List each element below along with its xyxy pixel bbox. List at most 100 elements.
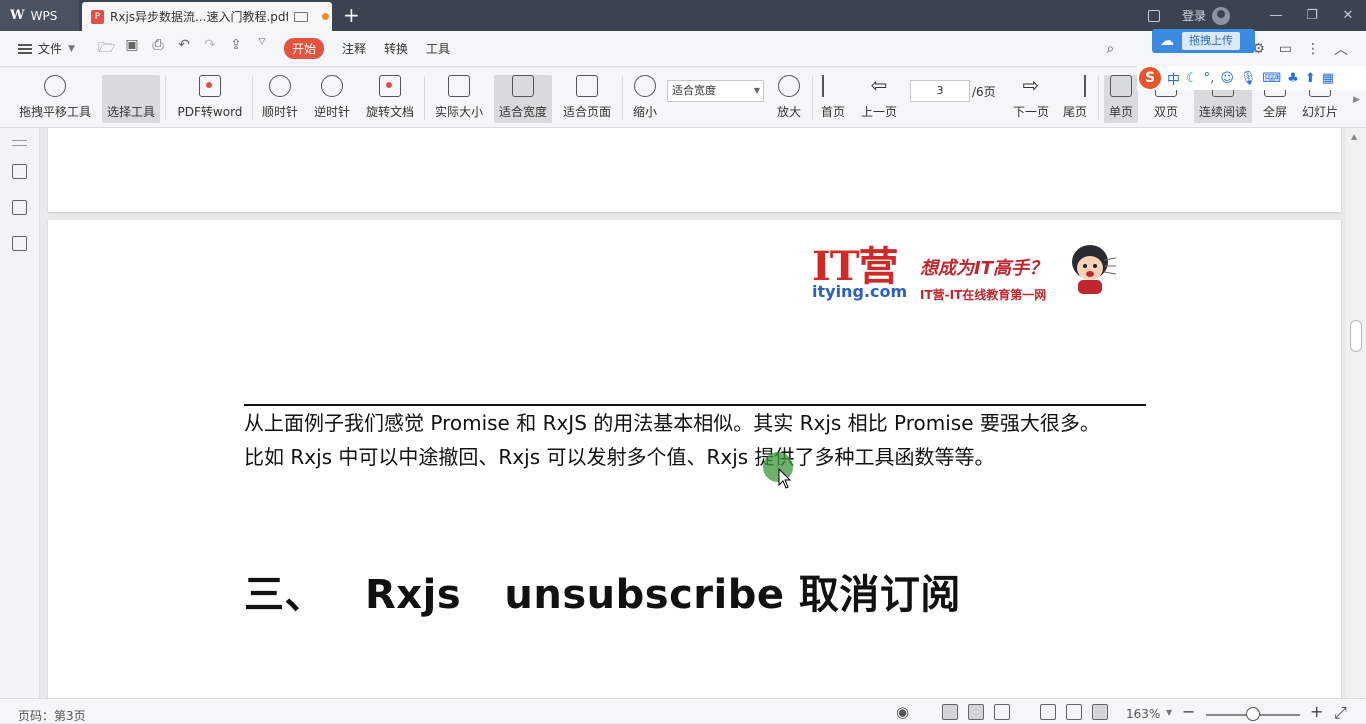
pdf-file-icon: P — [91, 9, 104, 24]
pdf-to-word-label: PDF转word — [177, 105, 243, 119]
zoom-percent[interactable]: 163% — [1126, 707, 1160, 721]
unsaved-dot-icon — [322, 13, 329, 20]
keyboard-icon[interactable]: ⌨ — [1262, 71, 1281, 86]
skin-icon[interactable]: ♣ — [1287, 71, 1299, 86]
fit-width-icon — [512, 75, 534, 97]
zoom-out-icon — [634, 75, 656, 97]
collapse-ribbon-icon[interactable]: ︿ — [1334, 39, 1348, 59]
more-dropdown-icon[interactable]: ▽ — [254, 37, 270, 61]
next-page-button[interactable]: ⇨ 下一页 — [1008, 75, 1054, 123]
paragraph-line-2: 比如 Rxjs 中可以中途撤回、Rxjs 可以发射多个值、Rxjs 提供了多种工… — [244, 445, 995, 469]
toolbar-divider — [424, 76, 425, 120]
page-number-input[interactable]: 3 — [910, 80, 970, 102]
zoom-mode-select[interactable]: 适合宽度 ▼ — [667, 80, 764, 102]
single-view-icon[interactable] — [968, 704, 984, 720]
zoom-plus-button[interactable]: + — [1310, 702, 1323, 721]
redo-icon[interactable]: ↷ — [202, 37, 218, 61]
pdf-to-word-button[interactable]: PDF转word — [174, 75, 246, 123]
new-tab-button[interactable]: + — [343, 5, 360, 25]
more-icon[interactable]: ⋮ — [1306, 41, 1320, 57]
continuous-view-icon[interactable] — [942, 704, 958, 720]
last-page-button[interactable]: 尾页 — [1058, 75, 1092, 123]
upload-popup-label: 拖拽上传 — [1182, 32, 1240, 50]
upload-popup[interactable]: ☁ 拖拽上传 — [1152, 29, 1255, 53]
tablet-mode-icon[interactable] — [1147, 9, 1160, 22]
toolbar-divider — [812, 76, 813, 120]
zoom-minus-button[interactable]: − — [1182, 702, 1195, 721]
rotate-document-label: 旋转文档 — [365, 105, 414, 119]
actual-size-icon — [448, 75, 470, 97]
zoom-percent-dropdown-icon[interactable]: ▼ — [1166, 708, 1172, 717]
emoji-icon[interactable]: ☺ — [1220, 71, 1234, 86]
zoom-in-icon — [778, 75, 800, 97]
scrollbar-thumb[interactable] — [1350, 320, 1362, 352]
print-icon[interactable]: ⎙ — [150, 37, 166, 61]
zoom-out-button[interactable]: 缩小 — [628, 75, 662, 123]
minimize-button[interactable]: — — [1258, 8, 1294, 23]
restore-button[interactable]: ❐ — [1294, 8, 1330, 23]
avatar[interactable] — [1212, 6, 1230, 25]
toolbar-scroll-right-icon[interactable]: ▶ — [1353, 95, 1360, 105]
zoom-in-button[interactable]: 放大 — [772, 75, 806, 123]
vertical-scrollbar[interactable]: ▲ — [1346, 128, 1366, 698]
file-menu[interactable]: 文件 ▼ — [18, 40, 90, 57]
rotate-document-button[interactable]: 旋转文档 — [362, 75, 418, 123]
tab-tools[interactable]: 工具 — [426, 40, 450, 57]
select-tool-label: 选择工具 — [106, 105, 155, 119]
page-info: 页码：第3页 — [18, 709, 86, 723]
cloud-icon: ☁ — [1160, 33, 1174, 49]
thumbnails-icon[interactable] — [12, 200, 27, 215]
single-page-button[interactable]: 单页 — [1104, 75, 1138, 123]
toolbox-icon[interactable]: ⬆ — [1305, 71, 1316, 86]
wps-home-tab[interactable]: W WPS — [0, 0, 79, 31]
login-link[interactable]: 登录 — [1182, 7, 1206, 24]
toolbar-divider — [252, 76, 253, 120]
last-page-icon — [1064, 75, 1086, 97]
open-folder-icon[interactable]: 🗁 — [98, 37, 115, 61]
grid-menu-icon[interactable]: ▦ — [1322, 71, 1334, 86]
microphone-icon[interactable]: 🎙 — [1240, 71, 1257, 86]
actual-size-button[interactable]: 实际大小 — [430, 75, 488, 123]
search-icon[interactable]: ⌕ — [1106, 41, 1114, 57]
last-page-label: 尾页 — [1062, 105, 1087, 119]
double-view-icon[interactable] — [994, 704, 1010, 720]
eye-protection-icon[interactable]: ◉ — [896, 703, 909, 721]
save-icon[interactable]: ▣ — [124, 37, 140, 61]
expand-icon[interactable]: ⤢ — [1334, 703, 1347, 723]
rotate-clockwise-button[interactable]: 顺时针 — [258, 75, 302, 123]
ime-mode[interactable]: 中 — [1167, 69, 1180, 88]
zoom-slider-knob[interactable] — [1246, 707, 1260, 721]
actual-size-label: 实际大小 — [434, 105, 483, 119]
scroll-up-icon[interactable]: ▲ — [1351, 132, 1357, 141]
first-page-button[interactable]: 首页 — [816, 75, 850, 123]
fit-page-button[interactable]: 适合页面 — [558, 75, 616, 123]
fit-page-status-icon[interactable] — [1066, 704, 1082, 720]
monitor-icon[interactable] — [294, 11, 308, 22]
first-page-label: 首页 — [820, 105, 845, 119]
prev-page-button[interactable]: ⇦ 上一页 — [856, 75, 902, 123]
tab-annotate[interactable]: 注释 — [342, 40, 366, 57]
rotate-clockwise-label: 顺时针 — [261, 105, 298, 119]
outline-icon[interactable] — [12, 164, 27, 179]
fit-width-button[interactable]: 适合宽度 — [494, 75, 552, 123]
next-page-label: 下一页 — [1012, 105, 1049, 119]
rotate-counterclockwise-button[interactable]: 逆时针 — [310, 75, 354, 123]
tab-start[interactable]: 开始 — [284, 38, 325, 59]
document-tab[interactable]: P Rxjs异步数据流...速入门教程.pdf — [82, 2, 332, 31]
hand-tool-button[interactable]: 拖拽平移工具 — [16, 75, 94, 123]
rotate-counterclockwise-label: 逆时针 — [313, 105, 350, 119]
sidebar-grip-icon[interactable] — [12, 140, 27, 146]
punctuation-icon[interactable]: °, — [1204, 71, 1215, 86]
select-tool-button[interactable]: 选择工具 — [102, 75, 160, 123]
sogou-logo-icon[interactable]: S — [1139, 67, 1161, 89]
close-button[interactable]: ✕ — [1330, 8, 1366, 23]
export-icon[interactable]: ⇪ — [228, 37, 244, 61]
fit-width-status-icon[interactable] — [1092, 704, 1108, 720]
comment-icon[interactable]: ▭ — [1279, 41, 1292, 57]
zoom-mode-value: 适合宽度 — [672, 84, 716, 97]
undo-icon[interactable]: ↶ — [176, 37, 192, 61]
moon-icon[interactable]: ☾ — [1186, 71, 1198, 86]
tab-convert[interactable]: 转换 — [384, 40, 408, 57]
actual-size-status-icon[interactable] — [1040, 704, 1056, 720]
annotations-icon[interactable] — [12, 236, 27, 251]
